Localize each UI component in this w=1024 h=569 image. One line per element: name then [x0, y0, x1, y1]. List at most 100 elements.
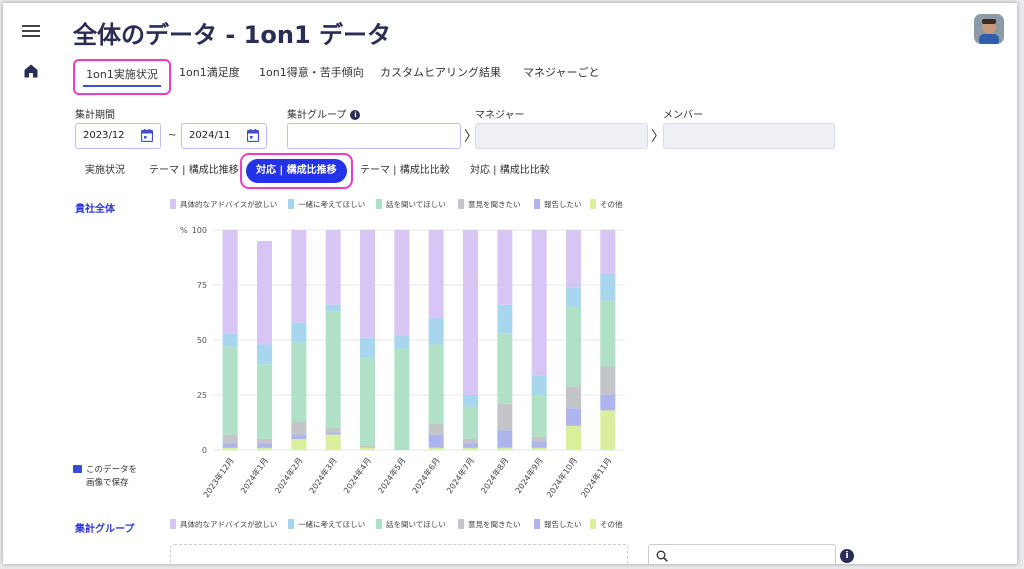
- manager-select[interactable]: [475, 123, 648, 149]
- image-icon: [73, 465, 82, 473]
- app-window: 全体のデータ - 1on1 データ 1on1実施状況 1on1満足度 1on1得…: [3, 3, 1017, 564]
- bar-segment: [222, 443, 238, 448]
- bar-segment: [600, 300, 616, 367]
- bar-segment: [531, 395, 547, 437]
- bar-segment: [222, 230, 238, 334]
- x-tick-label: 2024年3月: [307, 455, 339, 495]
- subtab-label: 対応 | 構成比推移: [246, 159, 347, 183]
- bar-segment: [325, 434, 341, 450]
- active-tab-indicator: [83, 85, 161, 87]
- x-tick-label: 2024年1月: [238, 455, 270, 495]
- x-tick-label: 2024年8月: [479, 455, 511, 495]
- bar-segment: [394, 348, 410, 450]
- bar-segment: [360, 230, 375, 338]
- info-icon[interactable]: i: [350, 110, 361, 120]
- x-tick-label: 2024年6月: [410, 455, 442, 495]
- bar-segment: [531, 441, 547, 448]
- bar-segment: [428, 230, 444, 318]
- bar-segment: [531, 230, 547, 376]
- legend-item: 一緒に考えてほしい: [288, 199, 365, 211]
- bar-segment: [394, 230, 410, 336]
- save-button-line2: 画像で保存: [86, 478, 129, 488]
- period-start-input[interactable]: 2023/12: [75, 123, 161, 149]
- bar-segment: [463, 395, 478, 406]
- member-select[interactable]: [663, 123, 835, 149]
- bar-segment: [222, 333, 238, 347]
- group-chart-area: [170, 544, 628, 564]
- legend-item: 報告したい: [534, 519, 582, 531]
- legend-label: その他: [600, 200, 623, 209]
- legend-label: 意見を聞きたい: [468, 520, 521, 529]
- bar-segment: [463, 447, 478, 450]
- bar-segment: [325, 230, 341, 305]
- search-input[interactable]: [648, 544, 836, 564]
- chart-legend: 具体的なアドバイスが欲しい 一緒に考えてほしい 話を聞いてほしい 意見を聞きたい…: [170, 199, 630, 213]
- tab-label: 1on1実施状況: [86, 68, 158, 81]
- calendar-icon[interactable]: [247, 129, 259, 142]
- group-select[interactable]: [287, 123, 461, 149]
- tab-1on1-strengths[interactable]: 1on1得意・苦手傾向: [259, 59, 364, 95]
- legend-label: 報告したい: [544, 520, 582, 529]
- bar-segment: [257, 241, 272, 345]
- y-tick-label: 25: [197, 391, 207, 400]
- tab-1on1-satisfaction[interactable]: 1on1満足度: [179, 59, 240, 95]
- bar-segment: [566, 408, 581, 426]
- bar-segment: [600, 395, 616, 411]
- calendar-icon[interactable]: [141, 129, 153, 142]
- info-icon[interactable]: i: [840, 549, 854, 563]
- bar-segment: [497, 304, 513, 334]
- tab-by-manager[interactable]: マネジャーごと: [523, 59, 599, 95]
- legend-label: 一緒に考えてほしい: [298, 200, 366, 209]
- bar-segment: [497, 403, 513, 431]
- bar-segment: [566, 425, 581, 450]
- subtab-status[interactable]: 実施状況: [85, 153, 125, 189]
- subtab-response-compare[interactable]: 対応 | 構成比比較: [470, 153, 550, 189]
- legend-item: その他: [590, 519, 623, 531]
- bar-segment: [394, 335, 410, 349]
- tab-1on1-status[interactable]: 1on1実施状況: [73, 59, 171, 95]
- home-icon[interactable]: [23, 63, 39, 79]
- bar-segment: [566, 287, 581, 307]
- x-tick-label: 2023年12月: [201, 455, 236, 499]
- subtab-label: 実施状況: [85, 165, 125, 176]
- bar-segment: [360, 357, 375, 446]
- bar-segment: [531, 375, 547, 395]
- bar-segment: [428, 423, 444, 435]
- x-tick-label: 2024年11月: [579, 455, 614, 499]
- period-start-value: 2023/12: [83, 130, 125, 141]
- bar-segment: [566, 230, 581, 288]
- bar-segment: [291, 230, 307, 323]
- bar-segment: [463, 406, 478, 439]
- subtab-response-trend[interactable]: 対応 | 構成比推移: [240, 153, 353, 189]
- bar-segment: [325, 304, 341, 312]
- bar-segment: [360, 445, 375, 448]
- x-tick-label: 2024年7月: [444, 455, 476, 495]
- x-tick-label: 2024年9月: [513, 455, 545, 495]
- subtab-theme-trend[interactable]: テーマ | 構成比推移: [149, 153, 239, 189]
- bar-segment: [291, 434, 307, 439]
- legend-label: 報告したい: [544, 200, 582, 209]
- menu-icon[interactable]: [22, 23, 42, 39]
- subtab-label: 対応 | 構成比比較: [470, 165, 550, 176]
- member-label: メンバー: [663, 110, 703, 121]
- x-tick-label: 2024年2月: [273, 455, 305, 495]
- save-image-button[interactable]: このデータを 画像で保存: [73, 464, 137, 490]
- manager-label: マネジャー: [475, 110, 525, 121]
- bar-segment: [291, 421, 307, 435]
- bar-segment: [257, 443, 272, 448]
- bar-segment: [291, 342, 307, 422]
- subtab-theme-compare[interactable]: テーマ | 構成比比較: [360, 153, 450, 189]
- bar-segment: [257, 344, 272, 365]
- bar-segment: [222, 346, 238, 435]
- x-tick-label: 2024年10月: [544, 455, 579, 499]
- avatar[interactable]: [974, 14, 1004, 44]
- bar-segment: [291, 439, 307, 450]
- legend-label: 具体的なアドバイスが欲しい: [180, 520, 278, 529]
- bar-segment: [463, 443, 478, 448]
- tab-custom-hearing[interactable]: カスタムヒアリング結果: [380, 59, 501, 95]
- bar-segment: [600, 230, 616, 274]
- bar-segment: [291, 322, 307, 343]
- y-tick-label: 100: [192, 226, 207, 235]
- bar-segment: [428, 447, 444, 450]
- period-end-input[interactable]: 2024/11: [181, 123, 267, 149]
